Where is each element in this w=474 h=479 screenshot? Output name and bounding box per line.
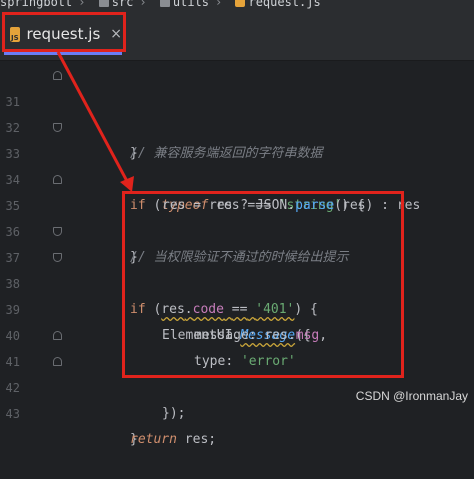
annotation-arrow bbox=[56, 51, 134, 192]
line-text: return res; bbox=[130, 432, 217, 447]
watermark: CSDN @IronmanJay bbox=[355, 389, 468, 403]
